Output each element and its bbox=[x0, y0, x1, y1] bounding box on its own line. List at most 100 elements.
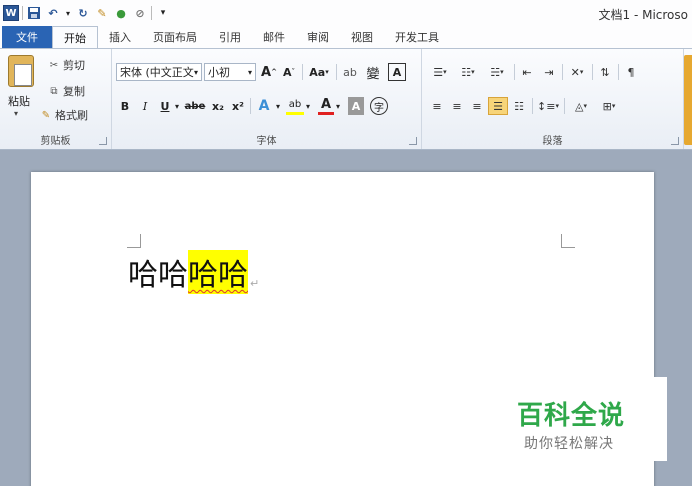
color-icon[interactable]: ● bbox=[113, 5, 129, 21]
superscript-button[interactable]: x² bbox=[230, 97, 246, 115]
strikethrough-button[interactable]: abe bbox=[184, 97, 206, 115]
font-color-button[interactable]: A bbox=[318, 97, 334, 115]
line-spacing-icon: ↕≡ bbox=[537, 99, 556, 113]
paragraph-mark: ↵ bbox=[250, 277, 260, 290]
copy-label: 复制 bbox=[63, 85, 85, 98]
font-size-select[interactable]: 小初 ▾ bbox=[204, 63, 256, 81]
borders-button[interactable]: ⊞ ▾ bbox=[596, 97, 622, 115]
increase-indent-icon: ⇥ bbox=[544, 65, 554, 79]
grow-font-button[interactable]: A ^ bbox=[260, 63, 278, 81]
distributed-button[interactable]: ☷ bbox=[510, 97, 528, 115]
font-separator-2 bbox=[336, 64, 337, 80]
paragraph-group: ☰ ▾ ☷ ▾ ☵ ▾ ⇤ ⇥ ✕ ▾ ⇅ ¶ ≡ ≡ ≡ ☰ ☷ ↕≡ ▾ ◬ ▾ ⊞ ▾ … bbox=[422, 49, 684, 149]
paste-icon[interactable] bbox=[8, 55, 34, 87]
underline-button[interactable]: U bbox=[158, 97, 172, 115]
title-bar: W ↶ ▾ ↻ ✎ ● ⊘ ▾ 文档1 - Microso bbox=[0, 0, 692, 26]
tab-mailings[interactable]: 邮件 bbox=[252, 26, 296, 48]
clipboard-group-label: 剪贴板 bbox=[40, 136, 71, 147]
text-highlighted[interactable]: 哈哈 bbox=[188, 250, 248, 294]
phonetic-guide-button[interactable]: 變 bbox=[362, 63, 384, 82]
chinese-layout-icon: ✕ bbox=[570, 65, 580, 79]
align-left-icon: ≡ bbox=[432, 99, 442, 113]
format-painter-qat-icon[interactable]: ✎ bbox=[94, 5, 110, 21]
text-effects-button[interactable]: A bbox=[254, 97, 274, 115]
align-right-button[interactable]: ≡ bbox=[468, 97, 486, 115]
character-border-button[interactable]: A bbox=[388, 63, 406, 81]
subscript-button[interactable]: x₂ bbox=[210, 97, 226, 115]
show-marks-button[interactable]: ¶ bbox=[622, 63, 640, 81]
redo-icon[interactable]: ↻ bbox=[75, 5, 91, 21]
tab-review[interactable]: 审阅 bbox=[296, 26, 340, 48]
bold-button[interactable]: B bbox=[118, 97, 132, 115]
qat-separator-2 bbox=[151, 6, 152, 20]
border-icon: ⊞ bbox=[602, 99, 612, 113]
highlight-dropdown-icon[interactable]: ▾ bbox=[304, 97, 312, 115]
quick-access-toolbar: W ↶ ▾ ↻ ✎ ● ⊘ ▾ bbox=[0, 5, 171, 21]
clear-formatting-button[interactable]: ab bbox=[340, 63, 360, 81]
align-left-button[interactable]: ≡ bbox=[428, 97, 446, 115]
paste-dropdown-icon[interactable]: ▾ bbox=[14, 109, 18, 118]
tab-file[interactable]: 文件 bbox=[2, 26, 52, 48]
tab-view[interactable]: 视图 bbox=[340, 26, 384, 48]
italic-button[interactable]: I bbox=[138, 97, 152, 115]
document-text[interactable]: 哈哈 哈哈 ↵ bbox=[128, 250, 259, 294]
para-separator-2 bbox=[562, 64, 563, 80]
clear-icon[interactable]: ⊘ bbox=[132, 5, 148, 21]
customize-qat-icon[interactable]: ▾ bbox=[155, 5, 171, 21]
justify-button[interactable]: ☰ bbox=[488, 97, 508, 115]
highlight-color-button[interactable]: ab bbox=[286, 97, 304, 115]
copy-button[interactable]: ⧉ 复制 bbox=[48, 83, 85, 99]
brush-icon: ✎ bbox=[41, 109, 51, 121]
font-group: 宋体 (中文正文 ▾ 小初 ▾ A ^ Aˇ Aa ▾ ab 變 A B I U ▾… bbox=[112, 49, 422, 149]
underline-dropdown-icon[interactable]: ▾ bbox=[172, 97, 182, 115]
multilevel-list-button[interactable]: ☵ ▾ bbox=[484, 63, 510, 81]
paragraph-shading-button[interactable]: ◬ ▾ bbox=[568, 97, 594, 115]
align-center-icon: ≡ bbox=[452, 99, 462, 113]
word-app-icon[interactable]: W bbox=[3, 5, 19, 21]
font-color-dropdown-icon[interactable]: ▾ bbox=[334, 97, 342, 115]
numbered-list-icon: ☷ bbox=[461, 65, 472, 79]
tab-developer[interactable]: 开发工具 bbox=[384, 26, 450, 48]
text-normal[interactable]: 哈哈 bbox=[128, 250, 188, 294]
text-effects-dropdown-icon[interactable]: ▾ bbox=[274, 97, 282, 115]
chevron-down-icon: ▾ bbox=[247, 67, 252, 77]
tab-insert[interactable]: 插入 bbox=[98, 26, 142, 48]
pilcrow-icon: ¶ bbox=[627, 65, 635, 79]
character-shading-button[interactable]: A bbox=[348, 97, 364, 115]
change-case-button[interactable]: Aa ▾ bbox=[306, 63, 332, 81]
sort-button[interactable]: ⇅ bbox=[596, 63, 614, 81]
paste-button[interactable]: 粘贴 bbox=[8, 93, 30, 109]
chinese-layout-button[interactable]: ✕ ▾ bbox=[566, 63, 588, 81]
undo-icon[interactable]: ↶ bbox=[45, 5, 61, 21]
clipboard-launcher-icon[interactable] bbox=[99, 137, 107, 145]
cut-button[interactable]: ✂ 剪切 bbox=[48, 57, 85, 73]
enclose-characters-button[interactable]: 字 bbox=[370, 97, 388, 115]
numbering-button[interactable]: ☷ ▾ bbox=[456, 63, 480, 81]
ribbon-tabs: 文件 开始 插入 页面布局 引用 邮件 审阅 视图 开发工具 bbox=[0, 26, 692, 49]
watermark-subtitle: 助你轻松解决 bbox=[524, 436, 614, 452]
font-launcher-icon[interactable] bbox=[409, 137, 417, 145]
increase-indent-button[interactable]: ⇥ bbox=[540, 63, 558, 81]
decrease-indent-button[interactable]: ⇤ bbox=[518, 63, 536, 81]
tab-page-layout[interactable]: 页面布局 bbox=[142, 26, 208, 48]
font-name-select[interactable]: 宋体 (中文正文 ▾ bbox=[116, 63, 202, 81]
line-spacing-button[interactable]: ↕≡ ▾ bbox=[536, 97, 560, 115]
format-painter-button[interactable]: ✎ 格式刷 bbox=[40, 107, 88, 123]
bullets-button[interactable]: ☰ ▾ bbox=[428, 63, 452, 81]
paragraph-launcher-icon[interactable] bbox=[671, 137, 679, 145]
watermark-logo: 百科全说 助你轻松解决 bbox=[507, 377, 667, 461]
margin-corner-top-left bbox=[127, 234, 141, 248]
save-icon[interactable] bbox=[26, 5, 42, 21]
align-center-button[interactable]: ≡ bbox=[448, 97, 466, 115]
decrease-indent-icon: ⇤ bbox=[522, 65, 532, 79]
tab-references[interactable]: 引用 bbox=[208, 26, 252, 48]
para-separator-6 bbox=[564, 98, 565, 114]
styles-gallery-edge[interactable] bbox=[684, 55, 692, 145]
scissors-icon: ✂ bbox=[49, 59, 59, 71]
font-name-value: 宋体 (中文正文 bbox=[120, 66, 194, 79]
sort-icon: ⇅ bbox=[600, 65, 610, 79]
bullet-list-icon: ☰ bbox=[433, 65, 444, 79]
tab-home[interactable]: 开始 bbox=[52, 26, 98, 49]
undo-dropdown-icon[interactable]: ▾ bbox=[64, 5, 72, 21]
shrink-font-button[interactable]: Aˇ bbox=[280, 63, 298, 81]
